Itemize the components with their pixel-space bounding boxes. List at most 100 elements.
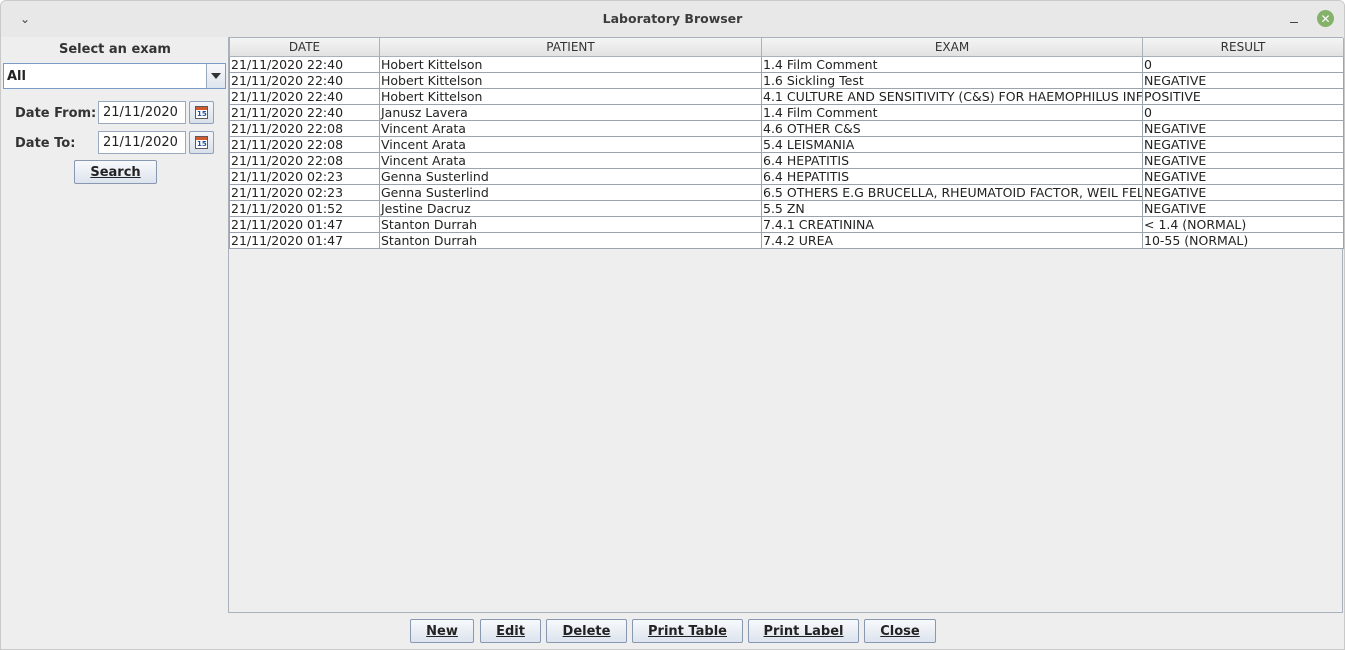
laboratory-browser-window: ⌄ Laboratory Browser ✕ Select an exam Al… bbox=[0, 0, 1345, 650]
exam-select-arrow[interactable] bbox=[206, 64, 225, 88]
cell-result: NEGATIVE bbox=[1142, 184, 1344, 201]
cell-patient: Stanton Durrah bbox=[379, 216, 762, 233]
cell-result: < 1.4 (NORMAL) bbox=[1142, 216, 1344, 233]
date-to-field[interactable]: 21/11/2020 bbox=[98, 131, 186, 154]
cell-patient: Jestine Dacruz bbox=[379, 200, 762, 217]
cell-result: NEGATIVE bbox=[1142, 72, 1344, 89]
date-to-calendar-button[interactable]: 15 bbox=[189, 131, 214, 154]
cell-exam: 6.4 HEPATITIS bbox=[761, 152, 1143, 169]
calendar-icon: 15 bbox=[195, 136, 208, 149]
cell-date: 21/11/2020 01:52 bbox=[229, 200, 380, 217]
date-to-label: Date To: bbox=[15, 136, 76, 151]
cell-date: 21/11/2020 02:23 bbox=[229, 184, 380, 201]
cell-result: NEGATIVE bbox=[1142, 200, 1344, 217]
cell-date: 21/11/2020 01:47 bbox=[229, 232, 380, 249]
date-from-calendar-button[interactable]: 15 bbox=[189, 101, 214, 124]
cell-date: 21/11/2020 22:40 bbox=[229, 88, 380, 105]
table-row[interactable]: 21/11/2020 02:23 Genna Susterlind 6.5 OTHE… bbox=[229, 184, 1344, 201]
edit-button[interactable]: Edit bbox=[480, 619, 541, 643]
column-header-patient[interactable]: PATIENT bbox=[379, 38, 762, 57]
cell-result: NEGATIVE bbox=[1142, 120, 1344, 137]
cell-result: NEGATIVE bbox=[1142, 168, 1344, 185]
cell-exam: 7.4.2 UREA bbox=[761, 232, 1143, 249]
date-from-field[interactable]: 21/11/2020 bbox=[98, 101, 186, 124]
minimize-button[interactable] bbox=[1285, 9, 1303, 29]
table-row[interactable]: 21/11/2020 02:23 Genna Susterlind 6.4 HEPA… bbox=[229, 168, 1344, 185]
cell-patient: Vincent Arata bbox=[379, 136, 762, 153]
cell-exam: 7.4.1 CREATININA bbox=[761, 216, 1143, 233]
table-row[interactable]: 21/11/2020 22:08 Vincent Arata 5.4 LEISMAN… bbox=[229, 136, 1344, 153]
results-table-container[interactable]: DATE PATIENT EXAM RESULT 21/11/2020 22:4… bbox=[228, 37, 1344, 613]
cell-date: 21/11/2020 22:40 bbox=[229, 72, 380, 89]
cell-patient: Hobert Kittelson bbox=[379, 56, 762, 73]
cell-date: 21/11/2020 22:08 bbox=[229, 120, 380, 137]
cell-patient: Hobert Kittelson bbox=[379, 88, 762, 105]
results-table: DATE PATIENT EXAM RESULT 21/11/2020 22:4… bbox=[229, 38, 1344, 249]
delete-button[interactable]: Delete bbox=[546, 619, 627, 643]
cell-exam: 6.4 HEPATITIS bbox=[761, 168, 1143, 185]
table-row[interactable]: 21/11/2020 22:40 Hobert Kittelson 4.1 CULT… bbox=[229, 88, 1344, 105]
cell-result: POSITIVE bbox=[1142, 88, 1344, 105]
table-header-row: DATE PATIENT EXAM RESULT bbox=[229, 38, 1344, 57]
table-row[interactable]: 21/11/2020 22:40 Hobert Kittelson 1.4 Film… bbox=[229, 56, 1344, 73]
calendar-icon: 15 bbox=[195, 106, 208, 119]
cell-patient: Genna Susterlind bbox=[379, 184, 762, 201]
cell-date: 21/11/2020 22:08 bbox=[229, 152, 380, 169]
cell-date: 21/11/2020 02:23 bbox=[229, 168, 380, 185]
cell-date: 21/11/2020 01:47 bbox=[229, 216, 380, 233]
action-button-bar: New Edit Delete Print Table Print Label … bbox=[1, 613, 1344, 649]
cell-patient: Genna Susterlind bbox=[379, 168, 762, 185]
cell-date: 21/11/2020 22:40 bbox=[229, 104, 380, 121]
title-bar: ⌄ Laboratory Browser ✕ bbox=[1, 1, 1344, 37]
column-header-result[interactable]: RESULT bbox=[1142, 38, 1344, 57]
cell-result: 0 bbox=[1142, 56, 1344, 73]
table-row[interactable]: 21/11/2020 01:47 Stanton Durrah 7.4.2 UREA… bbox=[229, 232, 1344, 249]
table-row[interactable]: 21/11/2020 22:40 Hobert Kittelson 1.6 Sick… bbox=[229, 72, 1344, 89]
cell-result: 0 bbox=[1142, 104, 1344, 121]
cell-exam: 1.4 Film Comment bbox=[761, 104, 1143, 121]
select-exam-label: Select an exam bbox=[59, 42, 171, 57]
minimize-icon bbox=[1290, 21, 1298, 23]
cell-patient: Hobert Kittelson bbox=[379, 72, 762, 89]
cell-exam: 6.5 OTHERS E.G BRUCELLA, RHEUMATOID FACT… bbox=[761, 184, 1143, 201]
exam-select[interactable]: All bbox=[3, 63, 226, 89]
date-from-label: Date From: bbox=[15, 106, 97, 121]
cell-result: NEGATIVE bbox=[1142, 136, 1344, 153]
cell-date: 21/11/2020 22:08 bbox=[229, 136, 380, 153]
table-row[interactable]: 21/11/2020 01:52 Jestine Dacruz 5.5 ZN NEGA… bbox=[229, 200, 1344, 217]
cell-exam: 4.1 CULTURE AND SENSITIVITY (C&S) FOR HA… bbox=[761, 88, 1143, 105]
search-button[interactable]: Search bbox=[74, 160, 157, 184]
new-button[interactable]: New bbox=[410, 619, 474, 643]
chevron-down-icon bbox=[211, 73, 221, 79]
column-header-date[interactable]: DATE bbox=[229, 38, 380, 57]
cell-exam: 5.5 ZN bbox=[761, 200, 1143, 217]
cell-patient: Vincent Arata bbox=[379, 120, 762, 137]
filter-panel: Select an exam All Date From: 21/11/2020… bbox=[1, 37, 228, 617]
calendar-icon-day: 15 bbox=[197, 110, 207, 118]
close-button[interactable]: Close bbox=[864, 619, 936, 643]
column-header-exam[interactable]: EXAM bbox=[761, 38, 1143, 57]
exam-select-value: All bbox=[7, 69, 26, 84]
cell-exam: 1.6 Sickling Test bbox=[761, 72, 1143, 89]
cell-patient: Stanton Durrah bbox=[379, 232, 762, 249]
date-to-row: Date To: 21/11/2020 15 bbox=[15, 131, 225, 155]
date-from-row: Date From: 21/11/2020 15 bbox=[15, 101, 225, 125]
table-row[interactable]: 21/11/2020 01:47 Stanton Durrah 7.4.1 CREA… bbox=[229, 216, 1344, 233]
window-title: Laboratory Browser bbox=[602, 11, 743, 26]
cell-exam: 1.4 Film Comment bbox=[761, 56, 1143, 73]
cell-result: 10-55 (NORMAL) bbox=[1142, 232, 1344, 249]
cell-date: 21/11/2020 22:40 bbox=[229, 56, 380, 73]
cell-exam: 4.6 OTHER C&S bbox=[761, 120, 1143, 137]
close-icon: ✕ bbox=[1320, 11, 1331, 26]
table-row[interactable]: 21/11/2020 22:40 Janusz Lavera 1.4 Film Co… bbox=[229, 104, 1344, 121]
cell-exam: 5.4 LEISMANIA bbox=[761, 136, 1143, 153]
cell-patient: Janusz Lavera bbox=[379, 104, 762, 121]
cell-result: NEGATIVE bbox=[1142, 152, 1344, 169]
table-row[interactable]: 21/11/2020 22:08 Vincent Arata 6.4 HEPATIT… bbox=[229, 152, 1344, 169]
print-table-button[interactable]: Print Table bbox=[632, 619, 743, 643]
calendar-icon-day: 15 bbox=[197, 140, 207, 148]
window-close-button[interactable]: ✕ bbox=[1317, 10, 1334, 27]
table-row[interactable]: 21/11/2020 22:08 Vincent Arata 4.6 OTHER C… bbox=[229, 120, 1344, 137]
cell-patient: Vincent Arata bbox=[379, 152, 762, 169]
print-label-button[interactable]: Print Label bbox=[748, 619, 859, 643]
